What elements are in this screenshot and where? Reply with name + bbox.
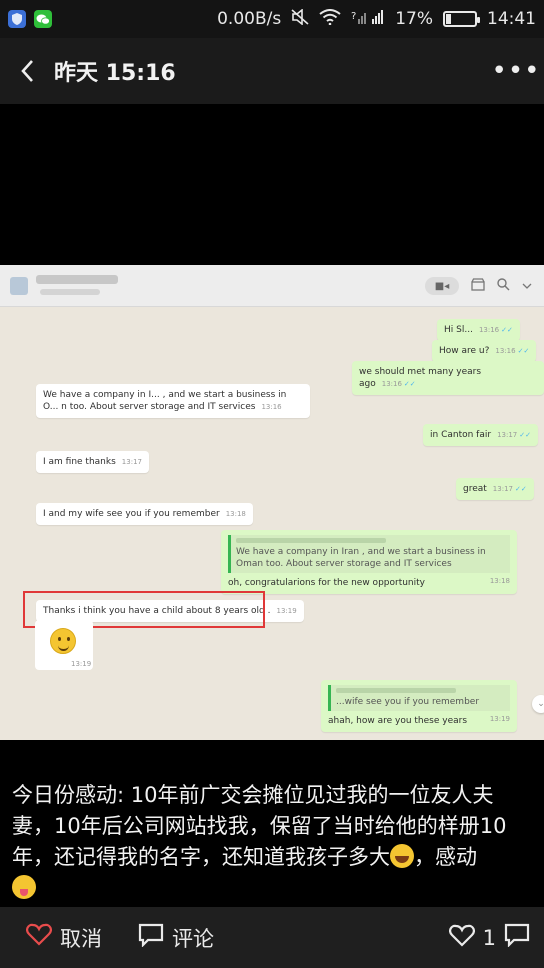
heart-filled-icon (26, 923, 52, 952)
svg-text:?: ? (351, 11, 356, 22)
cancel-label: 取消 (60, 926, 102, 951)
status-bar: 0.00B/s ? 17% 14:41 (0, 0, 544, 38)
heart-outline-icon (448, 924, 475, 952)
chat-message: Hi Sl... 13:16 ✓✓ (437, 319, 520, 342)
chat-message: great 13:17 ✓✓ (456, 478, 534, 501)
battery-icon (443, 11, 480, 27)
emoji-message: 13:19 (35, 620, 93, 670)
smile-emoji-icon (50, 628, 76, 654)
chevron-left-icon (21, 60, 33, 82)
wink-tongue-emoji-icon (12, 875, 36, 899)
chat-header: ■◂ (0, 265, 544, 307)
mute-icon (291, 7, 309, 30)
comment-label: 评论 (172, 926, 214, 951)
back-button[interactable] (0, 38, 54, 104)
comment-button[interactable]: 评论 (138, 923, 214, 953)
chat-message: How are u? 13:16 ✓✓ (432, 340, 537, 363)
scroll-down-icon: ⌄ (532, 695, 544, 713)
cancel-like-button[interactable]: 取消 (26, 923, 102, 953)
post-caption: 今日份感动: 10年前广交会摊位见过我的一位友人夫妻，10年后公司网站找我，保留… (12, 780, 534, 904)
moments-detail-screen: 0.00B/s ? 17% 14:41 昨天 15:16 ••• ■◂ Hi S… (0, 0, 544, 968)
signal-icon: ? (351, 9, 385, 30)
wechat-icon (34, 10, 52, 28)
likes-button[interactable]: 1 (448, 924, 496, 952)
chat-message: we should met many years ago 13:16 ✓✓ (352, 361, 544, 396)
comments-list-button[interactable] (504, 923, 530, 952)
like-count: 1 (482, 925, 496, 950)
comment-icon (504, 923, 530, 952)
battery-percent: 17% (395, 9, 433, 29)
chat-message: ...wife see you if you remember ahah, ho… (321, 680, 517, 733)
contact-avatar (10, 277, 28, 295)
chat-message: We have a company in Iran , and we start… (221, 530, 517, 595)
chevron-down-icon (522, 278, 532, 294)
shop-icon (471, 277, 485, 295)
bottom-action-bar: 取消 评论 1 (0, 907, 544, 968)
page-title: 昨天 15:16 (54, 61, 176, 86)
video-call-icon: ■◂ (425, 277, 459, 295)
chat-message: We have a company in I... , and we start… (36, 384, 310, 419)
comment-icon (138, 923, 164, 952)
chat-message: in Canton fair 13:17 ✓✓ (423, 424, 538, 447)
more-dots-icon: ••• (491, 56, 541, 86)
quoted-message: We have a company in Iran , and we start… (228, 535, 510, 574)
laugh-cry-emoji-icon (390, 844, 414, 868)
net-speed: 0.00B/s (217, 9, 282, 29)
wifi-icon (319, 8, 341, 30)
title-bar: 昨天 15:16 ••• (0, 38, 544, 104)
quoted-message: ...wife see you if you remember (328, 685, 510, 712)
search-icon (497, 277, 510, 295)
clock: 14:41 (487, 9, 536, 29)
contact-name-blurred (36, 275, 118, 284)
shield-icon (8, 10, 26, 28)
contact-status-blurred (40, 289, 100, 295)
chat-message: I am fine thanks 13:17 (36, 451, 149, 474)
more-button[interactable]: ••• (488, 38, 544, 104)
chat-message: I and my wife see you if you remember 13:… (36, 503, 253, 526)
